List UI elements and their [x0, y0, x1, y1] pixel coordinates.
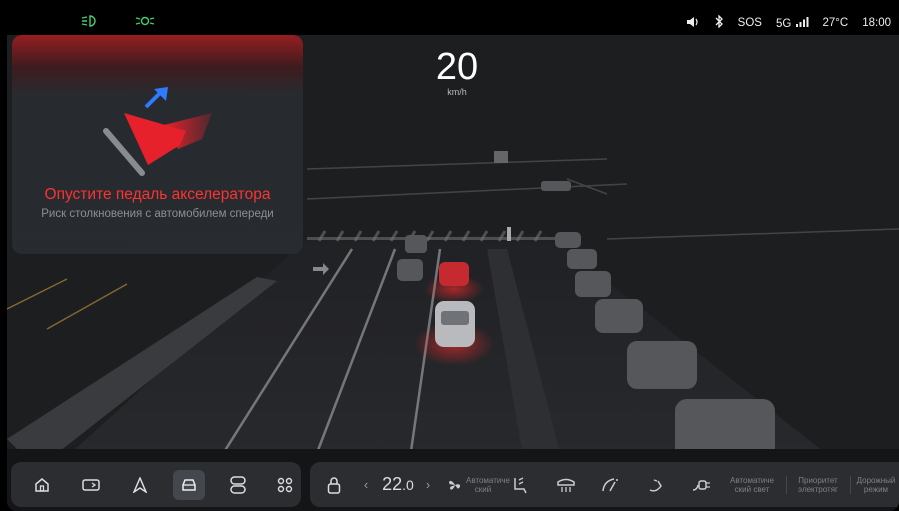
toggles-button[interactable] — [222, 470, 254, 500]
parking-lights-icon — [135, 14, 155, 31]
priority-button[interactable]: Приоритет электротяг — [792, 462, 844, 507]
temp-decrease-button[interactable]: ‹ — [360, 462, 372, 507]
chevron-left-icon: ‹ — [363, 477, 369, 492]
climate-bar: ‹ 22.0 › Автоматиче ский Автоматиче ский… — [310, 462, 899, 507]
clock: 18:00 — [862, 17, 891, 29]
bluetooth-icon[interactable] — [714, 14, 724, 31]
wiper-icon — [602, 477, 618, 491]
seat-lock-icon — [327, 476, 341, 494]
home-icon — [35, 478, 49, 492]
seat-airflow-icon — [514, 476, 527, 493]
toggles-icon — [230, 476, 246, 494]
low-beam-icon — [81, 14, 97, 31]
fan-label: Автоматиче ский — [466, 475, 510, 494]
status-right: SOS 5G 27°C 18:00 — [686, 14, 891, 31]
speedometer: 20 km/h — [417, 47, 497, 97]
speed-unit: km/h — [447, 87, 467, 97]
volume-icon[interactable] — [686, 16, 700, 31]
wiper-button[interactable] — [598, 462, 622, 507]
apps-grid-icon — [277, 477, 293, 493]
sos-button[interactable]: SOS — [738, 17, 762, 29]
cabin-temperature[interactable]: 22.0 — [378, 462, 418, 507]
apps-button[interactable] — [269, 470, 301, 500]
divider — [786, 476, 787, 494]
home-button[interactable] — [26, 470, 58, 500]
alert-subtitle: Риск столкновения с автомобилем спереди — [41, 208, 274, 220]
charge-port-icon — [692, 479, 710, 491]
signal-icon — [795, 16, 809, 27]
screen: SOS 5G 27°C 18:00 20 km/h Опустите педал… — [7, 9, 899, 511]
navigation-button[interactable] — [124, 470, 156, 500]
chevron-right-icon: › — [425, 477, 431, 492]
temperature-value: 22 — [382, 474, 403, 494]
car-button[interactable] — [173, 470, 205, 500]
status-bar: SOS 5G 27°C 18:00 — [7, 9, 899, 35]
pedal-warning-icon — [103, 87, 212, 176]
network-indicator: 5G — [775, 16, 809, 30]
seat-lock-button[interactable] — [324, 462, 344, 507]
screen-switch-button[interactable] — [75, 470, 107, 500]
divider — [850, 476, 851, 494]
temp-increase-button[interactable]: › — [422, 462, 434, 507]
navigation-icon — [132, 477, 148, 493]
defrost-icon — [557, 478, 575, 492]
rear-defrost-button[interactable] — [554, 462, 578, 507]
network-label: 5G — [775, 17, 792, 30]
fan-auto-button[interactable]: Автоматиче ский — [446, 462, 510, 507]
fan-icon — [449, 480, 461, 490]
alert-title: Опустите педаль акселератора — [44, 186, 271, 203]
road-mode-button[interactable]: Дорожный режим — [854, 462, 898, 507]
screen-switch-icon — [82, 479, 100, 491]
collision-alert-panel: Опустите педаль акселератора Риск столкн… — [12, 35, 303, 254]
charge-port-button[interactable] — [690, 462, 714, 507]
mirror-fold-button[interactable] — [644, 462, 668, 507]
outside-temperature: 27°C — [822, 17, 849, 29]
car-icon — [182, 479, 196, 491]
auto-light-button[interactable]: Автоматиче ский свет — [724, 462, 780, 507]
app-dock — [11, 462, 301, 507]
speed-value: 20 — [435, 46, 479, 88]
mirror-icon — [649, 478, 662, 492]
seat-climate-button[interactable] — [508, 462, 532, 507]
temperature-decimal: .0 — [402, 476, 414, 493]
